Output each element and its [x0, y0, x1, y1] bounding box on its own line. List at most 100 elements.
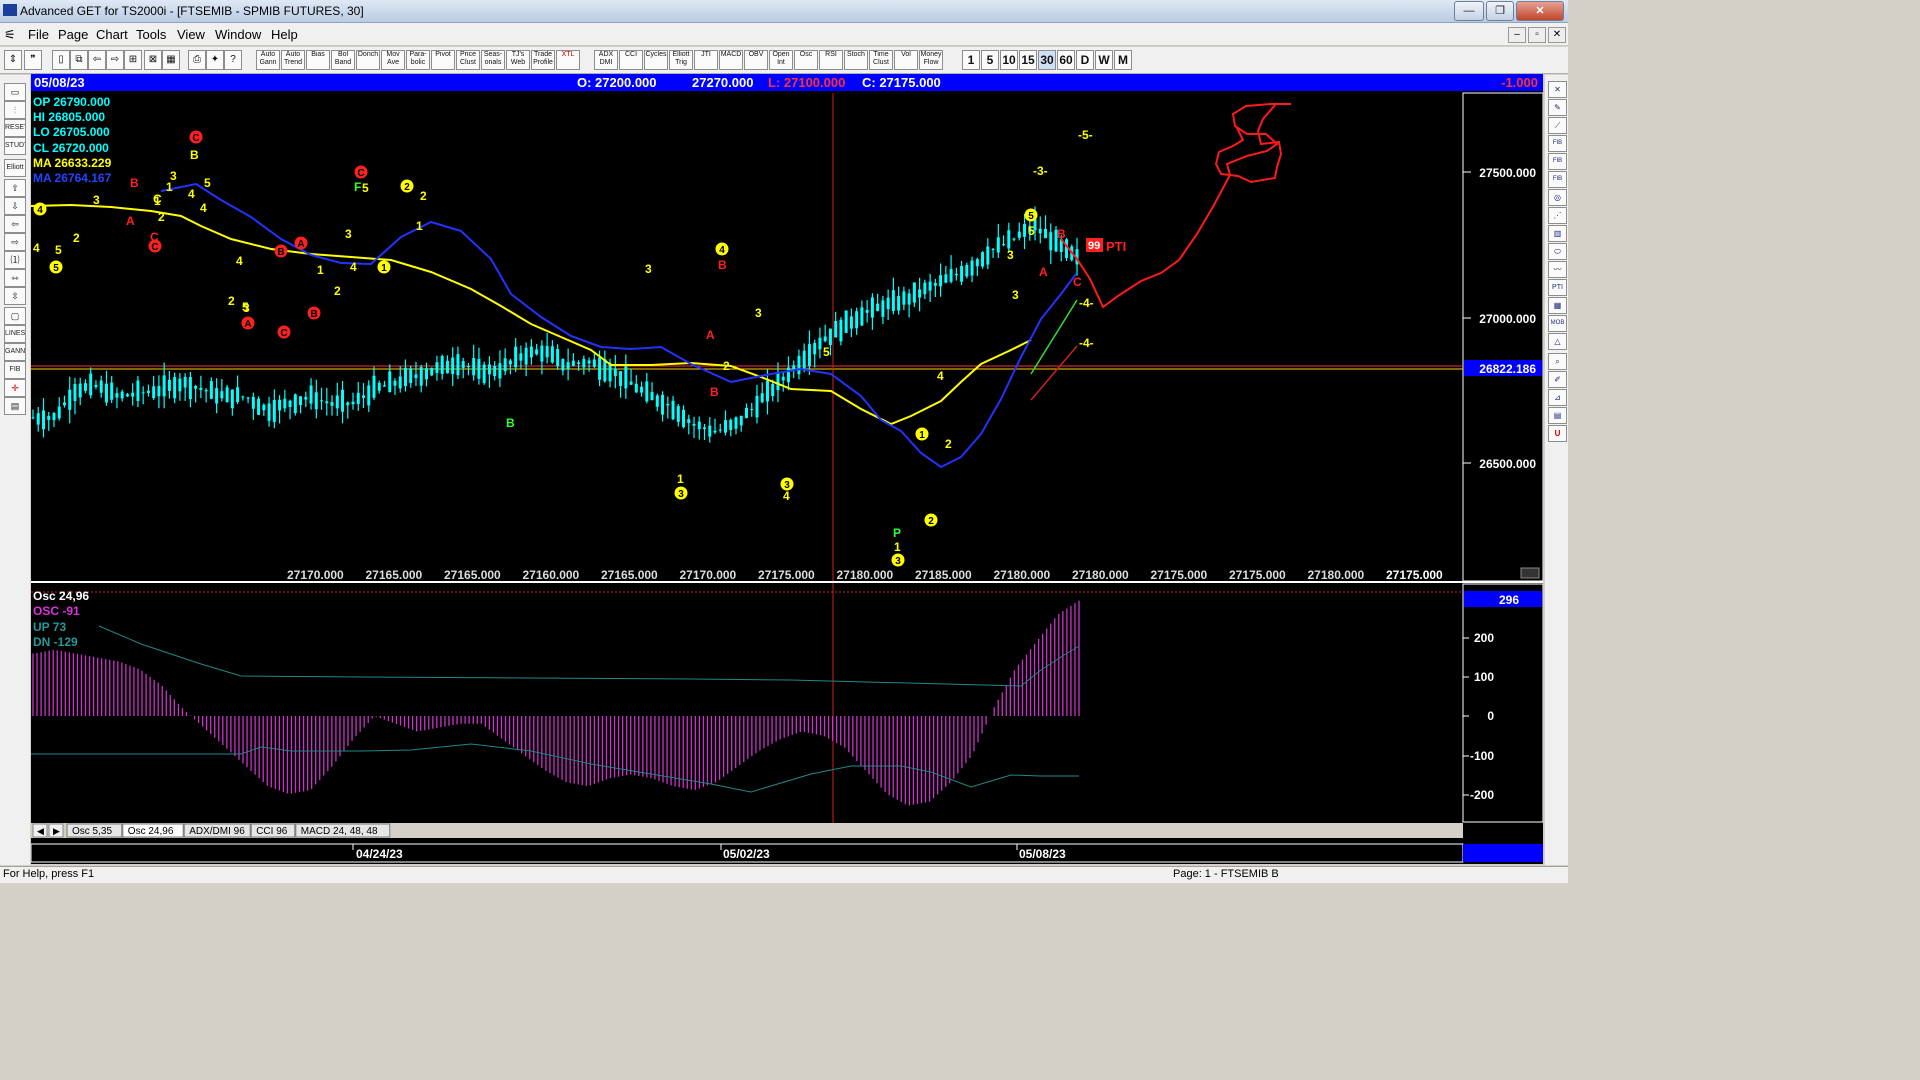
fib-time-button[interactable]: FIB TIME — [1548, 171, 1567, 188]
expand-icon[interactable]: ⇿ — [4, 269, 26, 287]
ellipse-tool-icon[interactable]: ⬭ — [1548, 243, 1567, 260]
fib-button[interactable]: FIB — [4, 361, 26, 379]
menu-file[interactable]: File — [28, 27, 49, 42]
study-button[interactable]: STUDY — [4, 137, 26, 155]
wave-tool-icon[interactable]: 〰 — [1548, 261, 1567, 278]
mdi-close-button[interactable]: ✕ — [1548, 27, 1566, 43]
wave-count-icon[interactable]: ⑴ — [4, 251, 26, 269]
measure-icon[interactable]: ⊿ — [1548, 389, 1567, 406]
close-button[interactable]: ✕ — [1516, 1, 1564, 21]
fib-ext-button[interactable]: FIB EXT — [1548, 153, 1567, 170]
folder-icon[interactable]: ▭ — [4, 83, 26, 101]
arrow-right-icon[interactable]: ⇨ — [4, 233, 26, 251]
period-weekly-button[interactable]: W — [1095, 50, 1113, 70]
copy-icon[interactable]: ⧉ — [70, 50, 88, 70]
mob-button[interactable]: MOB — [1548, 315, 1567, 332]
crosshair-icon[interactable]: ✛ — [4, 379, 26, 397]
pointer-icon[interactable]: ⇕ — [4, 50, 22, 70]
triangle-tool-icon[interactable]: △ — [1548, 333, 1567, 350]
open-int-button[interactable]: Open Int — [769, 50, 793, 70]
parabolic-button[interactable]: Para-bolic — [406, 50, 430, 70]
line-tool-icon[interactable]: ⟋ — [1548, 117, 1567, 134]
pivot-button[interactable]: Pivot — [431, 50, 455, 70]
arrow-down-icon[interactable]: ⇩ — [4, 197, 26, 215]
fib-ret-button[interactable]: FIB RET — [1548, 135, 1567, 152]
pti-button[interactable]: PTI — [1548, 279, 1567, 296]
mdi-minimize-button[interactable]: – — [1508, 27, 1526, 43]
period-1-button[interactable]: 1 — [962, 50, 980, 70]
back-icon[interactable]: ⇦ — [88, 50, 106, 70]
scale-toggle-icon[interactable] — [1520, 567, 1540, 579]
arrow-up-icon[interactable]: ⇧ — [4, 179, 26, 197]
print-icon[interactable]: ⎙ — [188, 50, 206, 70]
donch-button[interactable]: Donch — [356, 50, 380, 70]
price-clust-button[interactable]: Price Clust — [456, 50, 480, 70]
quote-icon[interactable]: ❞ — [24, 50, 42, 70]
chart-window[interactable]: 05/08/23 O: 27200.000 27270.000 L: 27100… — [30, 74, 1544, 864]
menu-page[interactable]: Page — [58, 27, 88, 42]
tjs-web-button[interactable]: TJ's Web — [506, 50, 530, 70]
auto-trend-button[interactable]: Auto Trend — [281, 50, 305, 70]
forward-icon[interactable]: ⇨ — [106, 50, 124, 70]
calculator-icon[interactable]: ▤ — [4, 397, 26, 415]
macd-button[interactable]: MACD — [719, 50, 743, 70]
restore-button[interactable]: ❐ — [1486, 1, 1514, 21]
zoom-icon[interactable]: ⊞ — [124, 50, 142, 70]
period-5-button[interactable]: 5 — [981, 50, 999, 70]
reset-button[interactable]: RESET — [4, 119, 26, 137]
pencil-icon[interactable]: ✎ — [1548, 99, 1567, 116]
help-icon[interactable]: ? — [224, 50, 242, 70]
seasonals-button[interactable]: Seas-onals — [481, 50, 505, 70]
auto-gann-button[interactable]: Auto Gann — [256, 50, 280, 70]
money-flow-button[interactable]: Money Flow — [919, 50, 943, 70]
new-page-icon[interactable]: ▯ — [52, 50, 70, 70]
obv-button[interactable]: OBV — [744, 50, 768, 70]
menu-view[interactable]: View — [177, 27, 205, 42]
elliott-button[interactable]: Elliott — [4, 159, 26, 177]
adx-dmi-button[interactable]: ADX DMI — [594, 50, 618, 70]
minimize-button[interactable]: — — [1454, 1, 1484, 21]
elliott-trig-button[interactable]: Elliott Trig — [669, 50, 693, 70]
jti-button[interactable]: JTI — [694, 50, 718, 70]
time-clust-button[interactable]: Time Clust — [869, 50, 893, 70]
cycles-button[interactable]: Cycles — [644, 50, 668, 70]
stoch-button[interactable]: Stoch — [844, 50, 868, 70]
gann-button[interactable]: GANN — [4, 343, 26, 361]
rectangle-icon[interactable]: ▢ — [4, 307, 26, 325]
grid-tool-icon[interactable]: ▦ — [1548, 297, 1567, 314]
magnifier-icon[interactable]: ⌕ — [1548, 353, 1567, 370]
rsi-button[interactable]: RSI — [819, 50, 843, 70]
menu-window[interactable]: Window — [215, 27, 261, 42]
bias-button[interactable]: Bias — [306, 50, 330, 70]
trade-profile-button[interactable]: Trade Profile — [531, 50, 555, 70]
u-tool-icon[interactable]: U — [1548, 425, 1567, 442]
bol-band-button[interactable]: Bol Band — [331, 50, 355, 70]
mdi-restore-button[interactable]: ▫ — [1528, 27, 1546, 43]
menu-tools[interactable]: Tools — [136, 27, 166, 42]
lines-button[interactable]: LINES — [4, 325, 26, 343]
period-daily-button[interactable]: D — [1076, 50, 1094, 70]
bars-icon[interactable]: ⫶ — [4, 101, 26, 119]
mov-ave-button[interactable]: Mov Ave — [381, 50, 405, 70]
period-10-button[interactable]: 10 — [1000, 50, 1018, 70]
cancel-icon[interactable]: ⊠ — [144, 50, 162, 70]
period-15-button[interactable]: 15 — [1019, 50, 1037, 70]
menu-app-icon[interactable]: ⚟ — [4, 27, 16, 43]
paint-icon[interactable]: ✐ — [1548, 371, 1567, 388]
chart-canvas[interactable]: 05/08/23 O: 27200.000 27270.000 L: 27100… — [30, 74, 1544, 864]
circle-tool-icon[interactable]: ◎ — [1548, 189, 1567, 206]
arrow-left-icon[interactable]: ⇦ — [4, 215, 26, 233]
close-tools-icon[interactable]: ✕ — [1548, 81, 1567, 98]
channel-tool-icon[interactable]: ▥ — [1548, 225, 1567, 242]
menu-chart[interactable]: Chart — [96, 27, 128, 42]
cci-button[interactable]: CCI — [619, 50, 643, 70]
menu-help[interactable]: Help — [271, 27, 298, 42]
period-monthly-button[interactable]: M — [1114, 50, 1132, 70]
period-60-button[interactable]: 60 — [1057, 50, 1075, 70]
vertical-expand-icon[interactable]: ⇳ — [4, 287, 26, 305]
lightbulb-icon[interactable]: ✦ — [206, 50, 224, 70]
grid-icon[interactable]: ▦ — [162, 50, 180, 70]
notes-icon[interactable]: ▤ — [1548, 407, 1567, 424]
fan-tool-icon[interactable]: ⋰ — [1548, 207, 1567, 224]
osc-button[interactable]: Osc — [794, 50, 818, 70]
